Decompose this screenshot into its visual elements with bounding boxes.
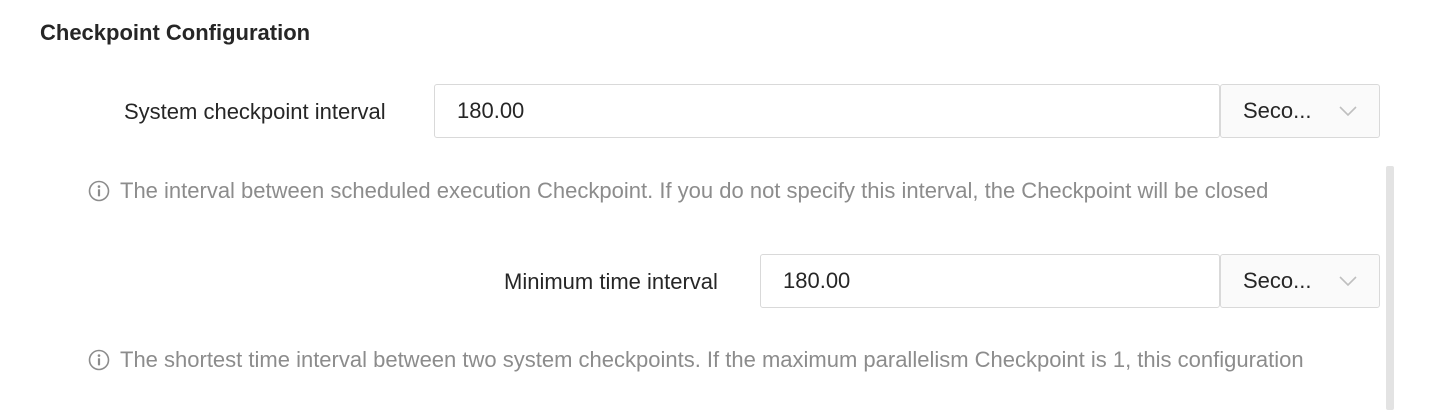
info-circle-icon bbox=[88, 180, 110, 202]
system-checkpoint-unit-select[interactable]: Seco... bbox=[1220, 84, 1380, 138]
system-checkpoint-help-text: The interval between scheduled execution… bbox=[120, 178, 1269, 203]
minimum-time-unit-select[interactable]: Seco... bbox=[1220, 254, 1380, 308]
system-checkpoint-interval-label: System checkpoint interval bbox=[124, 99, 386, 124]
info-circle-icon bbox=[88, 349, 110, 371]
minimum-time-interval-label: Minimum time interval bbox=[504, 269, 718, 294]
minimum-time-help-text: The shortest time interval between two s… bbox=[120, 347, 1304, 372]
vertical-scrollbar[interactable] bbox=[1386, 166, 1394, 410]
system-checkpoint-help: The interval between scheduled execution… bbox=[88, 176, 1382, 206]
minimum-time-interval-input[interactable] bbox=[760, 254, 1220, 308]
checkpoint-config-panel: Checkpoint Configuration System checkpoi… bbox=[0, 0, 1434, 410]
chevron-down-icon bbox=[1339, 275, 1357, 287]
minimum-time-unit-value: Seco... bbox=[1243, 268, 1312, 293]
minimum-time-help: The shortest time interval between two s… bbox=[88, 345, 1382, 375]
chevron-down-icon bbox=[1339, 105, 1357, 117]
system-checkpoint-unit-value: Seco... bbox=[1243, 98, 1312, 123]
section-title: Checkpoint Configuration bbox=[40, 20, 311, 45]
system-checkpoint-interval-input[interactable] bbox=[434, 84, 1220, 138]
